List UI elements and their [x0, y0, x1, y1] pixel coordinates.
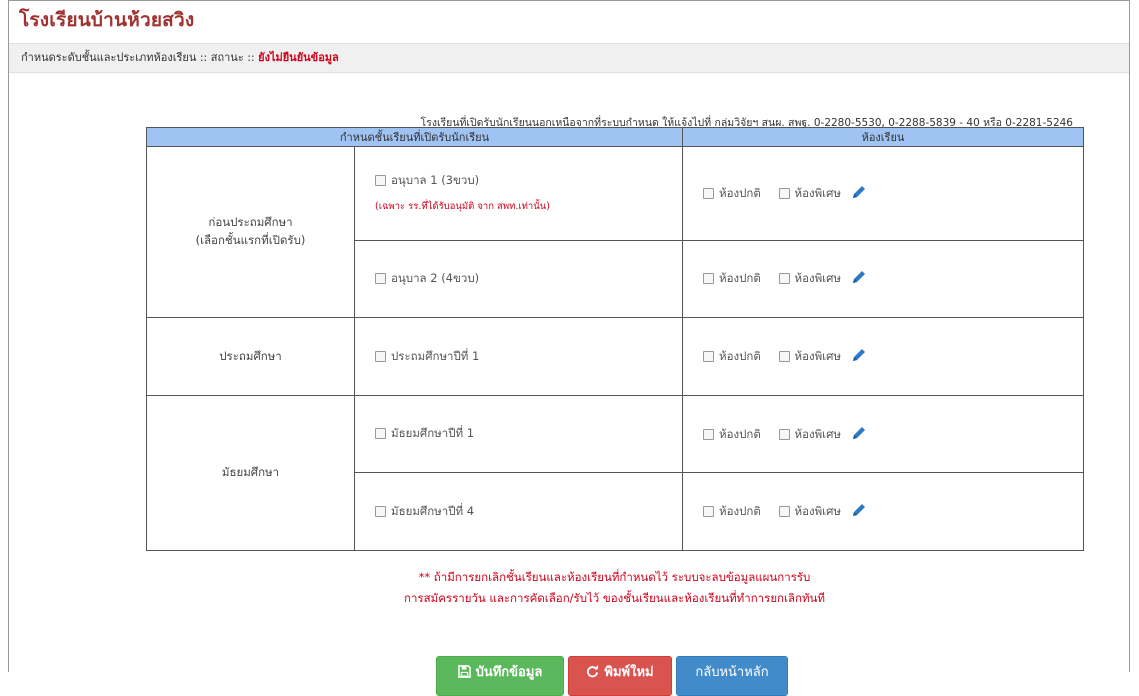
reset-button-label: พิมพ์ใหม่ [604, 665, 654, 680]
room-normal-checkbox[interactable] [703, 506, 714, 518]
reset-button[interactable]: พิมพ์ใหม่ [568, 656, 672, 696]
room-cell-p1: ห้องปกติ ห้องพิเศษ [682, 317, 1084, 396]
grade-cell-p1: ประถมศึกษาปีที่ 1 [354, 317, 683, 396]
grade-p1-checkbox[interactable] [375, 350, 386, 362]
grade-m4-label: มัธยมศึกษาปีที่ 4 [391, 503, 475, 518]
grade-k2-label: อนุบาล 2 (4ขวบ) [391, 270, 480, 285]
room-cell-m1: ห้องปกติ ห้องพิเศษ [682, 394, 1084, 474]
room-normal-label: ห้องปกติ [719, 426, 761, 441]
edit-pencil-icon[interactable] [851, 269, 867, 288]
edit-pencil-icon[interactable] [851, 502, 867, 521]
room-cell-m4: ห้องปกติ ห้องพิเศษ [682, 472, 1084, 551]
school-title: โรงเรียนบ้านห้วยสวิง [19, 9, 195, 31]
save-button-label: บันทึกข้อมูล [475, 665, 543, 680]
room-special-checkbox[interactable] [778, 273, 790, 285]
grade-k1-note: (เฉพาะ รร.ที่ได้รับอนุมัติ จาก สพท.เท่าน… [375, 201, 550, 213]
grade-k2-checkbox[interactable] [375, 272, 386, 284]
level-preschool-label: ก่อนประถมศึกษา [208, 215, 293, 230]
room-cell-k2: ห้องปกติ ห้องพิเศษ [682, 239, 1084, 319]
level-primary: ประถมศึกษา [146, 317, 355, 396]
warning-line-1: ** ถ้ามีการยกเลิกชั้นเรียนและห้องเรียนที… [418, 570, 811, 584]
grade-m4-checkbox[interactable] [375, 505, 386, 517]
room-normal-checkbox[interactable] [703, 187, 714, 199]
room-normal-label: ห้องปกติ [719, 349, 761, 364]
grade-cell-m4: มัธยมศึกษาปีที่ 4 [354, 472, 683, 551]
save-button[interactable]: บันทึกข้อมูล [436, 656, 564, 696]
grade-m1-checkbox[interactable] [375, 428, 386, 440]
room-normal-label: ห้องปกติ [719, 271, 761, 286]
room-normal-label: ห้องปกติ [719, 504, 761, 519]
room-special-label: ห้องพิเศษ [794, 349, 842, 364]
room-special-checkbox[interactable] [778, 428, 790, 440]
home-button-label: กลับหน้าหลัก [695, 665, 769, 680]
grade-cell-m1: มัธยมศึกษาปีที่ 1 [354, 394, 683, 474]
edit-pencil-icon[interactable] [851, 347, 867, 366]
room-special-checkbox[interactable] [778, 506, 790, 518]
level-preschool: ก่อนประถมศึกษา (เลือกชั้นแรกที่เปิดรับ) [146, 145, 355, 319]
grade-k1-label: อนุบาล 1 (3ขวบ) [391, 173, 480, 188]
status-text: ยังไม่ยืนยันข้อมูล [258, 51, 339, 64]
col-header-grades: กำหนดชั้นเรียนที่เปิดรับนักเรียน [146, 127, 683, 147]
level-preschool-sub: (เลือกชั้นแรกที่เปิดรับ) [195, 233, 306, 248]
level-secondary: มัธยมศึกษา [146, 394, 355, 552]
grade-cell-k2: อนุบาล 2 (4ขวบ) [354, 239, 683, 319]
edit-pencil-icon[interactable] [851, 425, 867, 444]
grade-m1-label: มัธยมศึกษาปีที่ 1 [391, 426, 475, 441]
room-cell-k1: ห้องปกติ ห้องพิเศษ [682, 146, 1084, 241]
grade-cell-k1: อนุบาล 1 (3ขวบ) (เฉพาะ รร.ที่ได้รับอนุมั… [354, 146, 683, 241]
edit-pencil-icon[interactable] [851, 184, 867, 203]
room-normal-checkbox[interactable] [703, 273, 714, 285]
room-special-label: ห้องพิเศษ [794, 271, 842, 286]
room-normal-label: ห้องปกติ [719, 185, 761, 200]
home-button[interactable]: กลับหน้าหลัก [676, 656, 788, 696]
breadcrumb-text: กำหนดระดับชั้นและประเภทห้องเรียน :: สถาน… [21, 51, 259, 64]
warning-line-2: การสมัครรายวัน และการคัดเลือก/รับไว้ ของ… [404, 591, 825, 605]
breadcrumb-bar: กำหนดระดับชั้นและประเภทห้องเรียน :: สถาน… [9, 43, 1129, 73]
room-special-checkbox[interactable] [778, 351, 790, 363]
room-normal-checkbox[interactable] [703, 428, 714, 440]
refresh-icon [586, 665, 604, 680]
room-normal-checkbox[interactable] [703, 351, 714, 363]
grade-k1-checkbox[interactable] [375, 175, 386, 187]
cancel-warning: ** ถ้ามีการยกเลิกชั้นเรียนและห้องเรียนที… [146, 567, 1083, 609]
save-icon [457, 665, 476, 680]
room-special-label: ห้องพิเศษ [794, 426, 842, 441]
room-special-label: ห้องพิเศษ [794, 185, 842, 200]
col-header-rooms: ห้องเรียน [682, 127, 1084, 147]
breadcrumb: กำหนดระดับชั้นและประเภทห้องเรียน :: สถาน… [21, 44, 339, 72]
grade-p1-label: ประถมศึกษาปีที่ 1 [391, 348, 480, 363]
grade-room-table: กำหนดชั้นเรียนที่เปิดรับนักเรียน ห้องเรี… [146, 127, 1084, 552]
room-special-label: ห้องพิเศษ [794, 504, 842, 519]
room-special-checkbox[interactable] [778, 187, 790, 199]
